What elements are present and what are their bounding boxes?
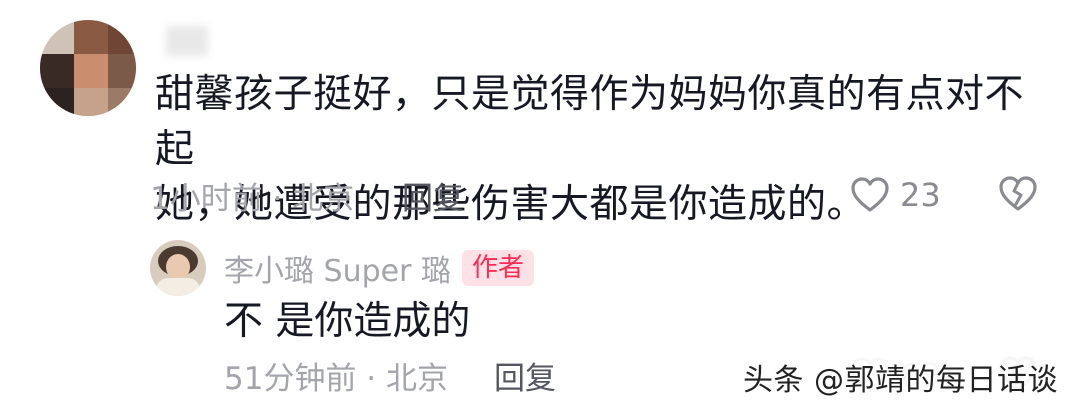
reply-text: 不 是你造成的 bbox=[224, 299, 471, 344]
author-badge: 作者 bbox=[462, 250, 535, 286]
comment-like-button[interactable]: 23 bbox=[850, 172, 941, 218]
heart-outline-icon bbox=[850, 176, 890, 214]
commenter-avatar[interactable] bbox=[40, 20, 136, 116]
comment-text-line-1: 甜馨孩子挺好，只是觉得作为妈妈你真的有点对不起 bbox=[155, 72, 1025, 172]
reply-meta: 51分钟前 · 北京 bbox=[224, 360, 449, 397]
comment-meta: 1小时前 · 北京 bbox=[150, 180, 355, 217]
broken-heart-icon bbox=[998, 174, 1038, 214]
reply-author-name[interactable]: 李小璐 Super 璐 bbox=[224, 247, 451, 289]
reply-reply-button[interactable]: 回复 bbox=[494, 353, 556, 397]
source-watermark: 头条 @郭靖的每日话谈 bbox=[730, 355, 1064, 399]
comment-dislike-button[interactable] bbox=[998, 174, 1038, 218]
comment-like-count: 23 bbox=[900, 176, 941, 214]
commenter-name-blurred bbox=[166, 26, 208, 56]
comment-reply-button[interactable]: 回复 bbox=[402, 173, 464, 217]
reply-author-avatar[interactable] bbox=[150, 240, 206, 296]
